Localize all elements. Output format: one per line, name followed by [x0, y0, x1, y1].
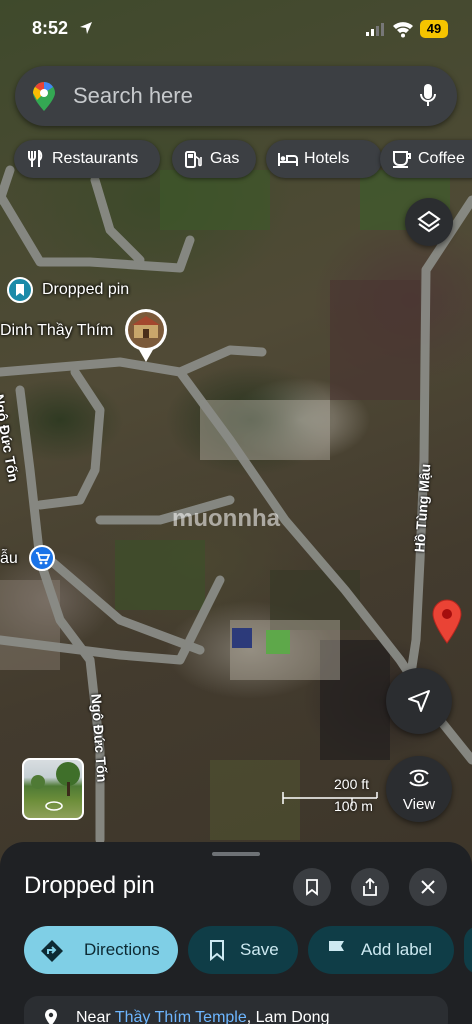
location-arrow-icon — [80, 22, 92, 34]
chip-label: Coffee — [418, 150, 465, 167]
place-title: Dropped pin — [24, 872, 155, 899]
place-label-dropped-pin[interactable]: Dropped pin — [42, 281, 129, 299]
google-maps-logo-icon — [33, 82, 55, 111]
save-button[interactable]: Save — [188, 926, 298, 974]
chip-label: Restaurants — [52, 150, 139, 167]
place-bottom-sheet[interactable]: Dropped pin Directions Save Add label Ne… — [0, 842, 472, 1024]
near-prefix: Near — [76, 1009, 115, 1024]
wifi-icon — [393, 22, 413, 38]
scale-ft: 200 ft — [334, 776, 370, 792]
battery-indicator: 49 — [420, 20, 448, 38]
bookmark-icon — [210, 940, 224, 961]
chip-label: Gas — [210, 150, 240, 167]
near-suffix: , Lam Dong — [246, 1009, 330, 1024]
layers-icon — [417, 210, 441, 233]
scale-m: 100 m — [334, 798, 373, 814]
bookmark-pin-icon — [7, 277, 33, 303]
street-view-button[interactable]: View — [386, 756, 452, 822]
place-label-temple[interactable]: Dinh Thầy Thím — [0, 322, 113, 340]
fork-knife-icon — [28, 150, 43, 167]
near-place-link[interactable]: Thầy Thím Temple — [115, 1009, 247, 1024]
gas-pump-icon — [185, 151, 202, 168]
microphone-icon[interactable] — [419, 82, 437, 110]
location-pin-icon — [45, 1009, 57, 1024]
my-location-button[interactable] — [386, 668, 452, 734]
chip-hotels[interactable]: Hotels — [266, 140, 382, 178]
coffee-cup-icon — [393, 151, 411, 168]
directions-icon — [41, 940, 63, 962]
bed-icon — [278, 153, 298, 166]
flag-icon — [329, 941, 344, 960]
share-icon — [363, 878, 377, 896]
view-label: View — [402, 796, 436, 813]
chip-gas[interactable]: Gas — [172, 140, 256, 178]
add-label-button[interactable]: Add label — [308, 926, 454, 974]
close-button[interactable] — [409, 868, 447, 906]
share-button[interactable] — [351, 868, 389, 906]
directions-button[interactable]: Directions — [24, 926, 178, 974]
status-time: 8:52 — [32, 18, 69, 38]
temple-photo-icon — [125, 309, 167, 362]
search-bar[interactable]: Search here — [15, 66, 457, 126]
chip-coffee[interactable]: Coffee — [380, 140, 472, 178]
street-view-thumbnail[interactable] — [22, 758, 84, 820]
cellular-signal-icon — [366, 23, 384, 36]
navigation-arrow-icon — [408, 690, 430, 712]
map-pin-icon — [432, 599, 462, 644]
add-label-label: Add label — [361, 940, 432, 959]
close-icon — [421, 880, 435, 894]
map-scale: 200 ft 100 m — [282, 776, 378, 814]
save-label: Save — [240, 940, 279, 959]
drag-handle[interactable] — [212, 852, 260, 856]
street-view-rotate-icon — [409, 769, 429, 787]
chip-label: Hotels — [304, 150, 350, 167]
status-bar: 8:52 49 — [0, 0, 472, 56]
search-input[interactable]: Search here — [73, 83, 193, 109]
directions-label: Directions — [84, 940, 160, 959]
watermark: muonnha — [172, 505, 280, 532]
layers-button[interactable] — [405, 198, 453, 246]
nearby-location-row[interactable]: Near Thầy Thím Temple, Lam Dong — [24, 996, 448, 1024]
chip-restaurants[interactable]: Restaurants — [14, 140, 160, 178]
bookmark-icon — [306, 879, 318, 896]
shopping-cart-icon — [29, 545, 55, 571]
more-actions-button[interactable] — [464, 926, 472, 974]
place-label-shop[interactable]: ẫu — [0, 550, 18, 568]
street-view-360-icon — [45, 801, 63, 811]
bookmark-button[interactable] — [293, 868, 331, 906]
